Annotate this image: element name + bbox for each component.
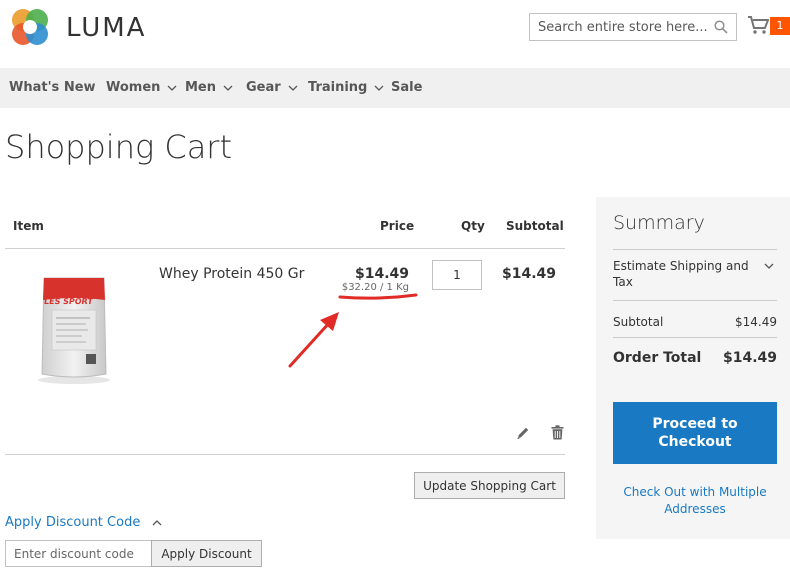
nav-item-gear[interactable]: Gear	[246, 80, 298, 95]
header: LUMA 1	[0, 0, 790, 68]
subtotal-label: Subtotal	[613, 315, 664, 329]
order-summary: Summary Estimate Shipping and Tax Subtot…	[596, 197, 790, 539]
product-name-link[interactable]: Whey Protein 450 Gr	[159, 266, 304, 282]
chevron-down-icon	[223, 85, 233, 91]
logo-text[interactable]: LUMA	[66, 13, 146, 43]
discount-code-input[interactable]	[5, 540, 153, 567]
table-divider	[5, 454, 565, 455]
discount-toggle-label: Apply Discount Code	[5, 515, 141, 530]
nav-item-men[interactable]: Men	[185, 80, 233, 95]
nav-item-whats-new[interactable]: What's New	[9, 80, 96, 95]
proceed-to-checkout-button[interactable]: Proceed to Checkout	[613, 402, 777, 464]
chevron-down-icon	[288, 85, 298, 91]
nav-label: What's New	[9, 80, 96, 95]
search-box[interactable]	[529, 13, 737, 41]
chevron-down-icon	[374, 85, 384, 91]
summary-divider	[613, 249, 777, 250]
nav-item-women[interactable]: Women	[106, 80, 177, 95]
cart-count-badge[interactable]: 1	[770, 17, 790, 35]
package-brand-label: LES SPORT	[43, 297, 94, 306]
order-total-label: Order Total	[613, 350, 702, 366]
quantity-input[interactable]	[432, 260, 482, 290]
summary-divider	[613, 300, 777, 301]
item-subtotal: $14.49	[501, 266, 556, 282]
summary-subtotal-row: Subtotal $14.49	[613, 315, 777, 329]
luma-logo-icon[interactable]	[9, 6, 51, 48]
order-total-row: Order Total $14.49	[613, 350, 777, 366]
estimate-shipping-toggle[interactable]: Estimate Shipping and Tax	[613, 258, 753, 290]
apply-discount-button[interactable]: Apply Discount	[151, 540, 262, 567]
nav-label: Training	[308, 80, 368, 95]
search-input[interactable]	[530, 14, 710, 40]
search-icon[interactable]	[714, 20, 728, 34]
column-header-price: Price	[380, 219, 415, 233]
column-header-qty: Qty	[461, 219, 485, 233]
column-header-subtotal: Subtotal	[506, 219, 564, 233]
nav-label: Gear	[246, 80, 281, 95]
update-cart-button[interactable]: Update Shopping Cart	[414, 472, 565, 499]
nav-label: Women	[106, 80, 161, 95]
item-unit-price: $32.20 / 1 Kg	[341, 282, 409, 293]
summary-title: Summary	[613, 212, 705, 234]
summary-divider	[613, 337, 777, 338]
table-divider	[5, 248, 565, 249]
main-navigation: What's New Women Men Gear Training Sale	[0, 68, 790, 108]
nav-item-training[interactable]: Training	[308, 80, 384, 95]
item-price: $14.49	[354, 266, 409, 282]
order-total-value: $14.49	[722, 350, 777, 366]
cart-icon[interactable]	[747, 15, 769, 35]
nav-item-sale[interactable]: Sale	[391, 80, 422, 95]
chevron-up-icon	[152, 519, 162, 525]
column-header-item: Item	[13, 219, 44, 233]
subtotal-value: $14.49	[735, 315, 777, 329]
product-image[interactable]	[26, 270, 122, 386]
pencil-edit-icon[interactable]	[516, 426, 530, 440]
chevron-down-icon[interactable]	[764, 263, 774, 269]
apply-discount-toggle[interactable]: Apply Discount Code	[5, 515, 162, 530]
page-title: Shopping Cart	[5, 128, 232, 166]
nav-label: Men	[185, 80, 217, 95]
chevron-down-icon	[167, 85, 177, 91]
nav-label: Sale	[391, 80, 423, 95]
multiple-addresses-link[interactable]: Check Out with Multiple Addresses	[613, 484, 777, 518]
trash-icon[interactable]	[551, 425, 564, 440]
